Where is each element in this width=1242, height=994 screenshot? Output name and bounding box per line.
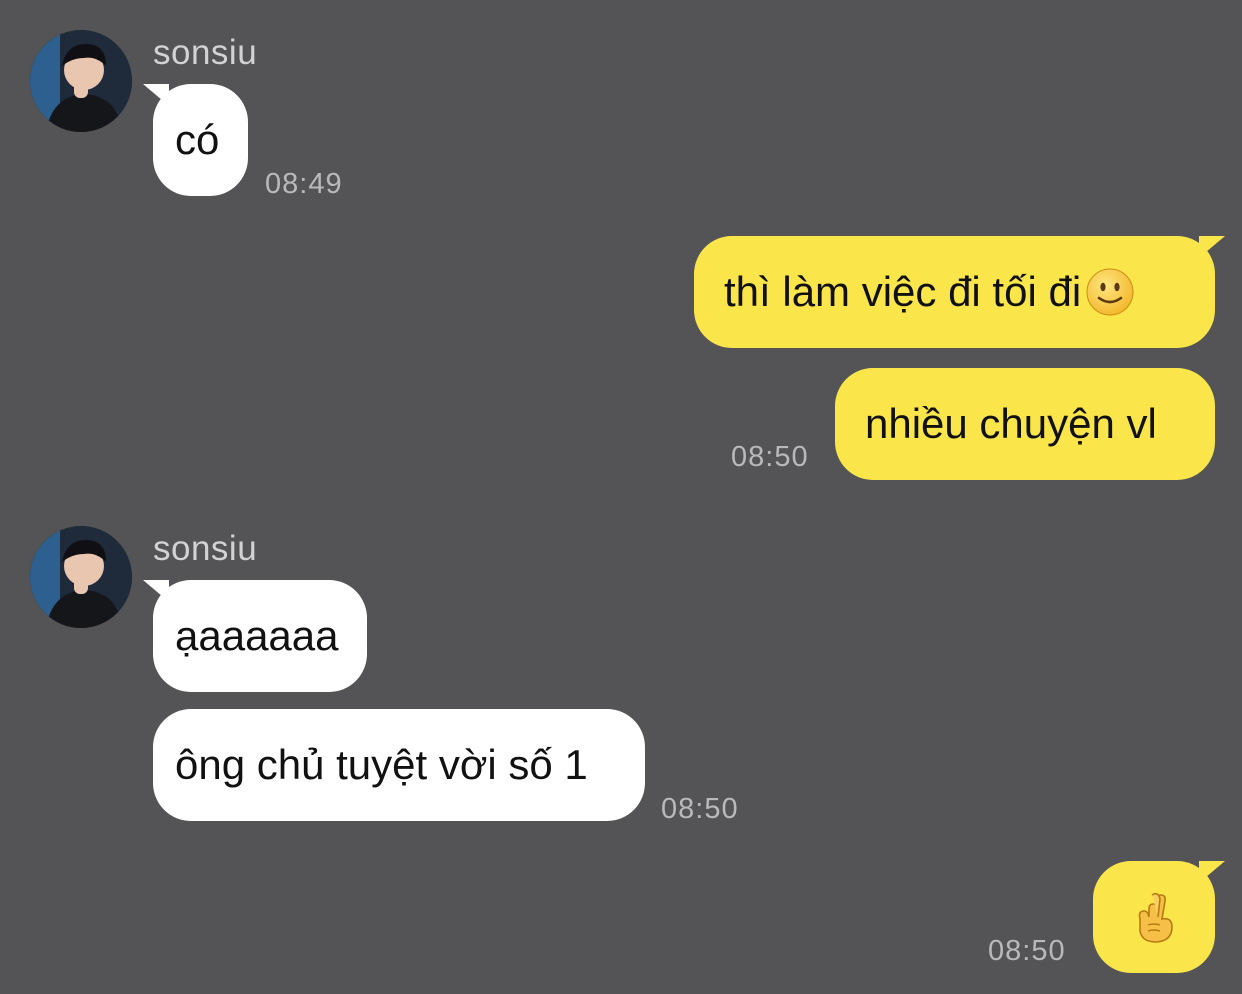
bubble-tail	[1199, 861, 1225, 883]
sender-avatar[interactable]	[30, 526, 132, 628]
sender-avatar[interactable]	[30, 30, 132, 132]
message-bubble[interactable]	[1093, 861, 1225, 973]
message-bubble[interactable]: nhiều chuyện vl	[835, 368, 1215, 480]
message-bubble[interactable]: ông chủ tuyệt vời số 1	[153, 709, 645, 821]
message-bubble[interactable]: có	[143, 84, 248, 196]
sender-name: sonsiu	[153, 33, 258, 72]
chat-view[interactable]: sonsiu có 08:49 thì làm việc đi tối đi n…	[0, 0, 1242, 994]
message-bubble[interactable]: thì làm việc đi tối đi	[694, 236, 1225, 348]
message-timestamp: 08:50	[731, 441, 809, 473]
message-timestamp: 08:50	[988, 935, 1066, 967]
message-timestamp: 08:50	[661, 793, 739, 825]
message-bubble[interactable]: ạaaaaaa	[143, 580, 367, 692]
bubble-tail	[1199, 236, 1225, 258]
bubble-tail	[143, 580, 169, 602]
sender-name: sonsiu	[153, 529, 258, 568]
slightly-smiling-face-icon	[1086, 268, 1134, 316]
avatar-photo	[30, 30, 132, 132]
message-text: ông chủ tuyệt vời số 1	[175, 741, 588, 788]
message-text: ạaaaaaa	[175, 612, 339, 659]
message-text: thì làm việc đi tối đi	[724, 268, 1082, 315]
message-text: nhiều chuyện vl	[865, 400, 1157, 447]
message-timestamp: 08:49	[265, 168, 343, 200]
crossed-fingers-icon	[1138, 892, 1173, 943]
message-text: có	[175, 116, 220, 163]
avatar-photo	[30, 526, 132, 628]
bubble-tail	[143, 84, 169, 106]
